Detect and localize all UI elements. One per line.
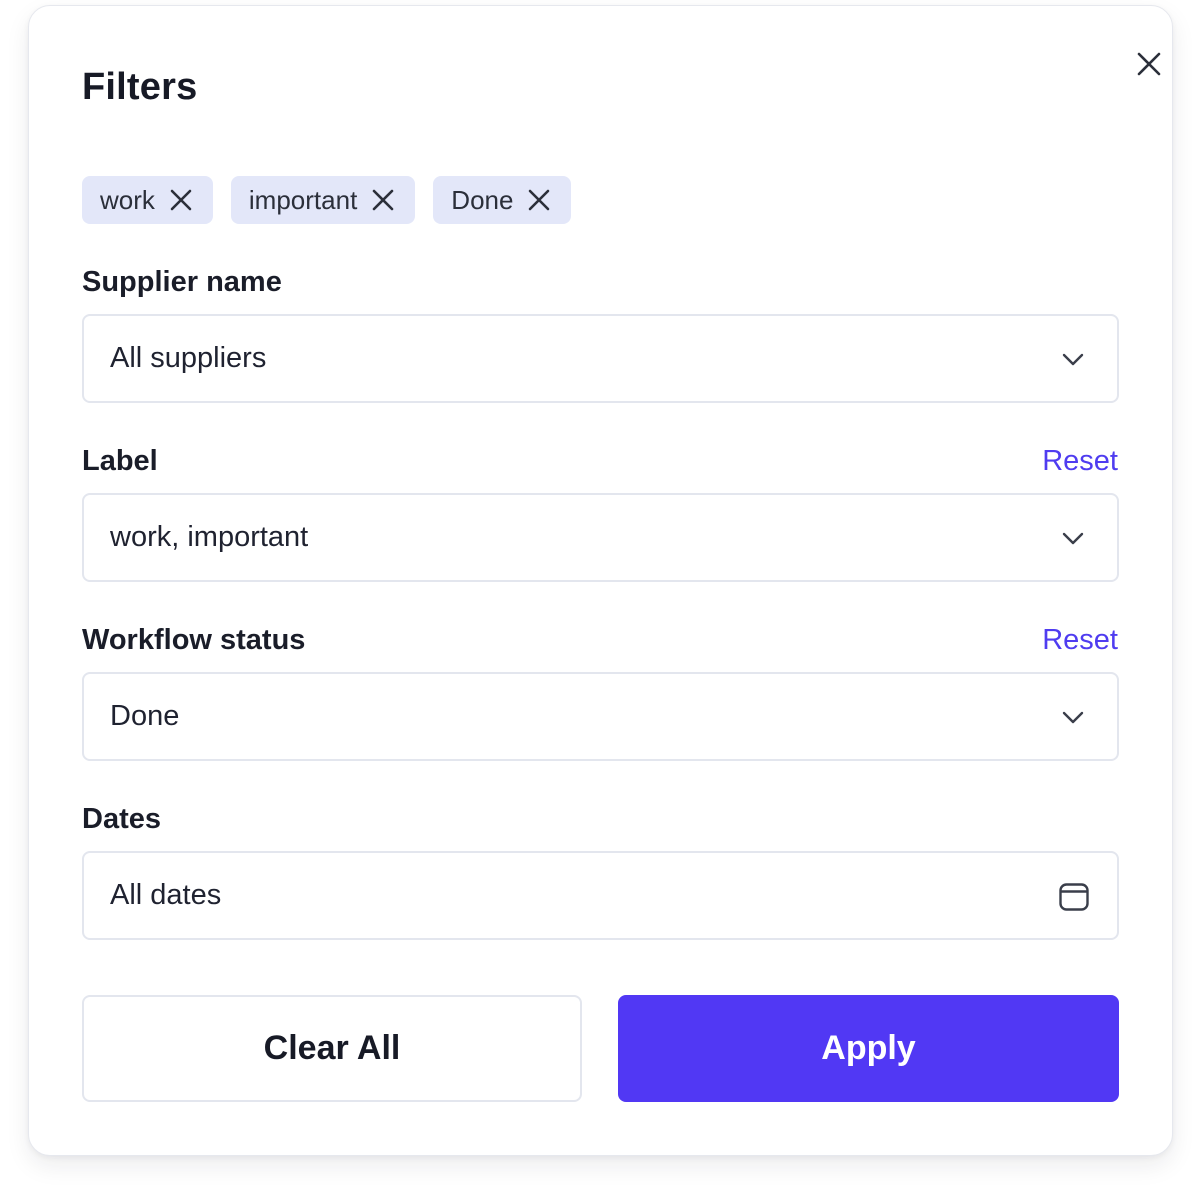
active-filter-chips: work important Done: [82, 176, 572, 224]
dates-label: Dates: [82, 803, 161, 835]
close-button[interactable]: [1127, 44, 1171, 88]
chip-remove-button[interactable]: [369, 186, 397, 214]
close-icon: [1136, 51, 1162, 82]
chip-remove-button[interactable]: [167, 186, 195, 214]
x-icon: [170, 189, 192, 211]
chip-label: Done: [451, 184, 514, 215]
clear-all-label: Clear All: [263, 1029, 401, 1067]
workflow-reset-link[interactable]: Reset: [1042, 624, 1118, 657]
workflow-status-value: Done: [110, 700, 180, 732]
chevron-down-icon: [1059, 345, 1087, 373]
label-reset-link[interactable]: Reset: [1042, 445, 1118, 478]
supplier-select[interactable]: All suppliers: [82, 314, 1119, 403]
chevron-down-icon: [1059, 703, 1087, 731]
dialog-title: Filters: [82, 66, 198, 108]
workflow-status-select[interactable]: Done: [82, 672, 1119, 761]
clear-all-button[interactable]: Clear All: [82, 995, 582, 1102]
filter-chip-done: Done: [433, 176, 572, 224]
x-icon: [372, 189, 394, 211]
apply-label: Apply: [821, 1029, 916, 1067]
workflow-status-label: Workflow status: [82, 624, 306, 656]
label-field-label: Label: [82, 445, 158, 477]
chip-label: important: [248, 184, 358, 215]
chip-label: work: [100, 184, 155, 215]
filter-chip-important: important: [230, 176, 416, 224]
chevron-down-icon: [1059, 524, 1087, 552]
dates-value: All dates: [110, 879, 222, 911]
calendar-icon: [1057, 879, 1091, 913]
supplier-select-value: All suppliers: [110, 342, 267, 374]
x-icon: [529, 189, 550, 211]
chip-remove-button[interactable]: [525, 186, 553, 214]
dates-picker[interactable]: All dates: [82, 851, 1119, 940]
label-select[interactable]: work, important: [82, 493, 1119, 582]
filter-chip-work: work: [82, 176, 213, 224]
supplier-name-label: Supplier name: [82, 266, 282, 298]
apply-button[interactable]: Apply: [618, 995, 1119, 1102]
label-select-value: work, important: [110, 521, 309, 553]
